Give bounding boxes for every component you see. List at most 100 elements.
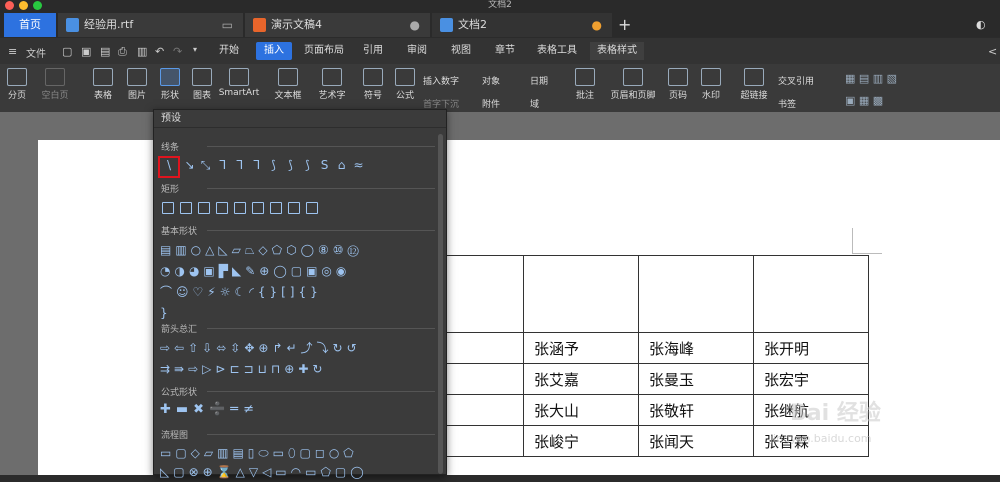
shape-snip-same-side-icon[interactable] — [214, 200, 229, 215]
insert-number-button[interactable]: 插入数字 — [423, 74, 459, 87]
shape-elbow-connector-icon[interactable]: ᒣ — [215, 158, 230, 173]
arrow-shapes-grid[interactable]: ⇨⇦⇧⇩⬄⇳✥⊕↱↵⤴⤵↻↺ ⇉⇛⇨▷⊳⊏⊐⊔⊓⊕✚↻ — [160, 338, 420, 380]
shapes-button[interactable]: 形状 — [155, 68, 185, 101]
shape-rounded-rectangle-icon[interactable] — [178, 200, 193, 215]
shape-straight-line-selected[interactable]: \ — [158, 156, 180, 178]
menu-tab-review[interactable]: 审阅 — [400, 42, 434, 60]
preview-icon[interactable]: ▥ — [137, 45, 147, 58]
date-button[interactable]: 日期 — [530, 74, 548, 87]
shape-snip-diagonal-icon[interactable] — [232, 200, 247, 215]
flowchart-shapes-grid[interactable]: ▭▢◇▱▥▤▯⬭▭⬯▢◻○⬠ ◺▢⊗⊕⌛△▽◁▭◠▭⬠▢◯ — [160, 444, 425, 482]
shape-rectangle-icon[interactable] — [160, 200, 175, 215]
watermark-button[interactable]: 水印 — [696, 68, 726, 101]
table-row — [408, 255, 869, 333]
table-cell[interactable]: 张大山 — [523, 394, 639, 426]
page-break-button[interactable]: 分页 — [4, 68, 30, 101]
field-button[interactable]: 域 — [530, 97, 539, 110]
table-cell[interactable]: 张艾嘉 — [523, 363, 639, 395]
shape-curve-icon[interactable]: S — [317, 158, 332, 173]
window-title: 文档2 — [488, 0, 512, 10]
table-cell[interactable] — [638, 255, 754, 333]
maximize-window-icon[interactable] — [33, 1, 42, 10]
menu-tab-start[interactable]: 开始 — [212, 42, 246, 60]
print-icon[interactable]: ⎙ — [118, 45, 127, 59]
quick-access-dropdown-icon[interactable]: ▾ — [193, 45, 197, 54]
table-cell[interactable]: 张涵予 — [523, 332, 639, 364]
menu-tab-table-tools[interactable]: 表格工具 — [532, 42, 582, 60]
shape-snip-corner-rectangle-icon[interactable] — [196, 200, 211, 215]
chart-button[interactable]: 图表 — [190, 68, 214, 101]
object-button[interactable]: 对象 — [482, 74, 500, 87]
page-break-icon — [7, 68, 27, 86]
export-icon[interactable]: ▤ — [100, 45, 110, 58]
cross-reference-button[interactable]: 交叉引用 — [778, 74, 814, 87]
menu-tab-chapter[interactable]: 章节 — [488, 42, 522, 60]
page-number-button[interactable]: 页码 — [664, 68, 692, 101]
menu-tab-reference[interactable]: 引用 — [356, 42, 390, 60]
shape-curve-arrow-icon[interactable]: ⟆ — [283, 158, 298, 173]
smartart-button[interactable]: SmartArt — [216, 68, 262, 98]
table-cell[interactable]: 张开明 — [753, 332, 869, 364]
menu-tab-layout[interactable]: 页面布局 — [300, 42, 348, 60]
shape-scribble-icon[interactable]: ≈ — [351, 158, 366, 173]
account-icon[interactable]: ◐ — [976, 13, 996, 37]
close-window-icon[interactable] — [5, 1, 14, 10]
attachment-button[interactable]: 附件 — [482, 97, 500, 110]
table-button[interactable]: 表格 — [88, 68, 118, 101]
label: 分页 — [7, 91, 26, 101]
comment-button[interactable]: 批注 — [572, 68, 598, 101]
wordart-button[interactable]: 艺术字 — [312, 68, 352, 101]
menu-tab-insert[interactable]: 插入 — [256, 42, 292, 60]
textbox-icon — [278, 68, 298, 86]
bookmark-button[interactable]: 书签 — [778, 97, 796, 110]
equation-shapes-grid[interactable]: ✚▬✖➗═≠ — [160, 401, 310, 419]
shape-round-same-side-icon[interactable] — [286, 200, 301, 215]
shape-curve-connector-icon[interactable]: ⟆ — [266, 158, 281, 173]
shape-double-arrow-icon[interactable]: ⤡ — [198, 158, 213, 173]
panel-scrollbar[interactable] — [438, 134, 443, 474]
tab-doc-rtf[interactable]: 经验用.rtf ▭ — [58, 13, 243, 37]
screen-icon[interactable]: ▭ — [222, 13, 233, 37]
tab-presentation[interactable]: 演示文稿4 ● — [245, 13, 430, 37]
table-cell[interactable]: 张闻天 — [638, 425, 754, 457]
table-border-grid-icon[interactable]: ▣ ▦ ▩ — [845, 94, 883, 107]
open-folder-icon[interactable]: ▢ — [62, 45, 72, 58]
shape-round-diagonal-icon[interactable] — [304, 200, 319, 215]
new-tab-button[interactable]: + — [612, 13, 636, 37]
hyperlink-button[interactable]: 超链接 — [738, 68, 770, 101]
table-cell[interactable]: 张宏宇 — [753, 363, 869, 395]
minimize-window-icon[interactable] — [19, 1, 28, 10]
tab-home[interactable]: 首页 — [4, 13, 56, 37]
textbox-button[interactable]: 文本框 — [268, 68, 308, 101]
table-cell[interactable]: 张海峰 — [638, 332, 754, 364]
shape-snip-round-icon[interactable] — [250, 200, 265, 215]
file-menu[interactable]: 文件 — [26, 45, 46, 60]
tab-label: 文档2 — [458, 18, 487, 31]
formula-button[interactable]: 公式 — [392, 68, 418, 101]
shape-arrow-line-icon[interactable]: ↘ — [182, 158, 197, 173]
menu-tab-view[interactable]: 视图 — [444, 42, 478, 60]
header-footer-button[interactable]: 页眉和页脚 — [606, 68, 660, 101]
symbol-button[interactable]: 符号 — [358, 68, 388, 101]
save-icon[interactable]: ▣ — [81, 45, 91, 58]
undo-icon[interactable]: ↶ — [155, 45, 164, 58]
blank-page-button[interactable]: 空白页 — [36, 68, 74, 101]
shape-curve-double-arrow-icon[interactable]: ⟆ — [300, 158, 315, 173]
table-cell[interactable]: 张敬轩 — [638, 394, 754, 426]
table-cell[interactable] — [523, 255, 639, 333]
tab-doc2[interactable]: 文档2 ● — [432, 13, 612, 37]
table-cell[interactable] — [753, 255, 869, 333]
redo-icon[interactable]: ↷ — [173, 45, 182, 58]
basic-shapes-grid[interactable]: ▤▥○△◺▱⏢◇⬠⬡◯⑧⑩⑫ ◔◑◕▣▛◣✎⊕◯▢▣◎◉ ⌒☺♡⚡☼☾◜{}[]{}… — [160, 240, 420, 324]
shape-round-corner-icon[interactable] — [268, 200, 283, 215]
share-icon[interactable]: < — [988, 45, 997, 58]
shape-elbow-double-arrow-icon[interactable]: ᒣ — [249, 158, 264, 173]
picture-button[interactable]: 图片 — [122, 68, 152, 101]
table-cell[interactable]: 张峻宁 — [523, 425, 639, 457]
hamburger-menu-icon[interactable]: ≡ — [8, 45, 17, 58]
shape-freeform-icon[interactable]: ⌂ — [334, 158, 349, 173]
shape-elbow-arrow-icon[interactable]: ᒣ — [232, 158, 247, 173]
menu-tab-table-style[interactable]: 表格样式 — [590, 42, 644, 60]
table-style-grid-icon[interactable]: ▦ ▤ ▥ ▧ — [845, 72, 897, 85]
table-cell[interactable]: 张曼玉 — [638, 363, 754, 395]
